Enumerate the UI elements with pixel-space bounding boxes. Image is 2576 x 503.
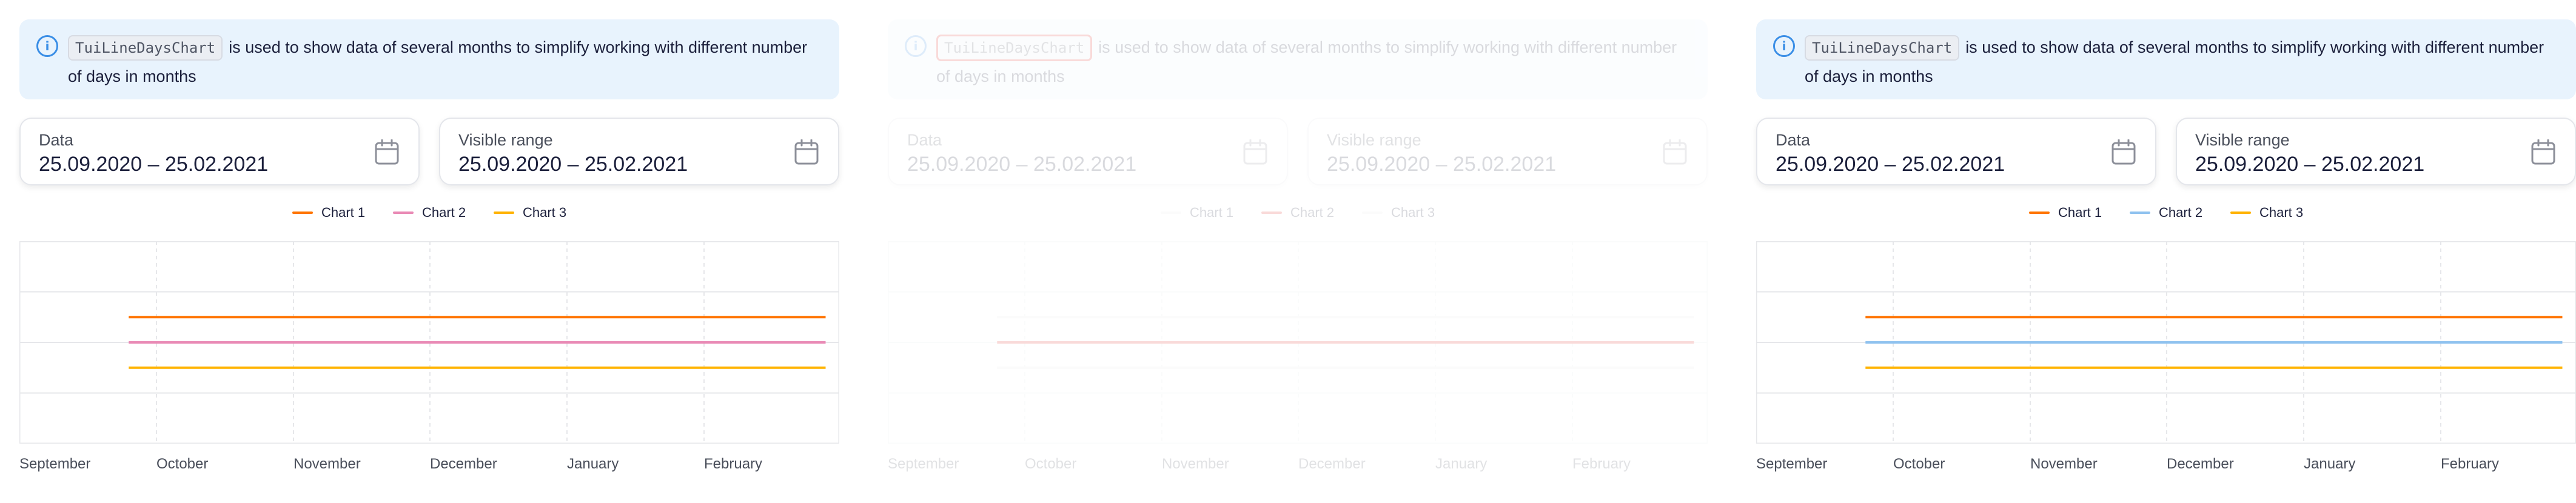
calendar-icon[interactable] [2531,139,2555,165]
data-field-value: 25.09.2020 – 25.02.2021 [39,153,269,176]
x-tick-label: September [1756,456,1828,472]
legend-item-chart-2[interactable]: Chart 2 [1261,204,1334,222]
legend-label: Chart 1 [2058,205,2102,220]
x-tick-label: November [2030,456,2098,472]
x-tick-label: October [156,456,209,472]
legend-swatch [1161,212,1181,214]
x-tick-label: January [1435,456,1488,472]
legend-item-chart-1[interactable]: Chart 1 [292,204,365,222]
legend-item-chart-2[interactable]: Chart 2 [393,204,466,222]
line-days-chart[interactable] [888,241,1708,444]
data-field-label: Data [1776,131,1811,149]
demo-panel-2: i TuiLineDaysChart is used to show data o… [868,0,1708,503]
calendar-icon[interactable] [375,139,399,165]
x-tick-label: October [1893,456,1945,472]
legend-swatch [2029,212,2050,214]
legend-item-chart-2[interactable]: Chart 2 [2130,204,2202,222]
legend-label: Chart 2 [1290,205,1335,220]
chart-legend: Chart 1 Chart 2 Chart 3 [1737,204,2576,222]
legend-item-chart-3[interactable]: Chart 3 [2230,204,2303,222]
info-icon: i [1773,35,1795,57]
legend-swatch [393,212,414,214]
x-axis-labels: September October November December January F… [1737,456,2576,474]
legend-item-chart-1[interactable]: Chart 1 [1161,204,1233,222]
x-axis-labels: September October November December January F… [0,456,839,474]
info-notice: i TuiLineDaysChart is used to show data o… [1756,19,2576,99]
x-tick-label: September [19,456,91,472]
chart-legend: Chart 1 Chart 2 Chart 3 [0,204,839,222]
x-tick-label: October [1025,456,1077,472]
legend-swatch [292,212,313,214]
visible-range-field[interactable]: Visible range 25.09.2020 – 25.02.2021 [1307,118,1708,185]
legend-swatch [2230,212,2251,214]
legend-label: Chart 3 [2259,205,2304,220]
chart-legend: Chart 1 Chart 2 Chart 3 [868,204,1708,222]
line-days-chart[interactable] [19,241,839,444]
legend-label: Chart 2 [2159,205,2203,220]
visible-range-label: Visible range [458,131,553,149]
visible-range-field[interactable]: Visible range 25.09.2020 – 25.02.2021 [2176,118,2576,185]
legend-swatch [494,212,514,214]
calendar-icon[interactable] [2111,139,2136,165]
x-tick-label: November [293,456,361,472]
notice-text: TuiLineDaysChart is used to show data of … [68,33,820,91]
data-date-range-field[interactable]: Data 25.09.2020 – 25.02.2021 [19,118,420,185]
visible-range-value: 25.09.2020 – 25.02.2021 [1327,153,1557,176]
demo-panel-1: i TuiLineDaysChart is used to show data o… [0,0,839,503]
legend-label: Chart 1 [321,205,366,220]
data-field-value: 25.09.2020 – 25.02.2021 [1776,153,2005,176]
visible-range-label: Visible range [1327,131,1421,149]
code-tag: TuiLineDaysChart [68,35,223,61]
code-tag: TuiLineDaysChart [936,35,1093,61]
code-tag: TuiLineDaysChart [1805,35,1960,61]
x-tick-label: December [2167,456,2234,472]
x-tick-label: February [704,456,763,472]
x-axis-labels: September October November December January F… [868,456,1708,474]
data-field-label: Data [907,131,942,149]
visible-range-value: 25.09.2020 – 25.02.2021 [458,153,688,176]
data-field-label: Data [39,131,74,149]
legend-swatch [1261,212,1282,214]
info-notice: i TuiLineDaysChart is used to show data o… [888,19,1708,99]
notice-text: TuiLineDaysChart is used to show data of … [1805,33,2557,91]
legend-swatch [1362,212,1383,214]
x-tick-label: November [1162,456,1229,472]
info-notice: i TuiLineDaysChart is used to show data o… [19,19,839,99]
visible-range-value: 25.09.2020 – 25.02.2021 [2195,153,2425,176]
legend-item-chart-1[interactable]: Chart 1 [2029,204,2102,222]
demo-panel-3: i TuiLineDaysChart is used to show data o… [1737,0,2576,503]
line-days-chart[interactable] [1756,241,2576,444]
legend-swatch [2130,212,2150,214]
x-tick-label: February [1572,456,1631,472]
legend-item-chart-3[interactable]: Chart 3 [1362,204,1435,222]
calendar-icon[interactable] [1663,139,1687,165]
info-icon: i [36,35,58,57]
legend-label: Chart 1 [1190,205,1234,220]
legend-item-chart-3[interactable]: Chart 3 [494,204,566,222]
notice-text: TuiLineDaysChart is used to show data of … [936,33,1688,91]
visible-range-label: Visible range [2195,131,2290,149]
x-tick-label: January [2304,456,2356,472]
x-tick-label: January [567,456,619,472]
legend-label: Chart 3 [1391,205,1435,220]
data-field-value: 25.09.2020 – 25.02.2021 [907,153,1137,176]
visible-range-field[interactable]: Visible range 25.09.2020 – 25.02.2021 [439,118,839,185]
info-icon: i [905,35,927,57]
x-tick-label: December [1298,456,1366,472]
data-date-range-field[interactable]: Data 25.09.2020 – 25.02.2021 [888,118,1288,185]
x-tick-label: September [888,456,959,472]
legend-label: Chart 2 [422,205,466,220]
x-tick-label: February [2441,456,2500,472]
legend-label: Chart 3 [523,205,567,220]
calendar-icon[interactable] [794,139,819,165]
calendar-icon[interactable] [1243,139,1267,165]
data-date-range-field[interactable]: Data 25.09.2020 – 25.02.2021 [1756,118,2156,185]
x-tick-label: December [430,456,497,472]
